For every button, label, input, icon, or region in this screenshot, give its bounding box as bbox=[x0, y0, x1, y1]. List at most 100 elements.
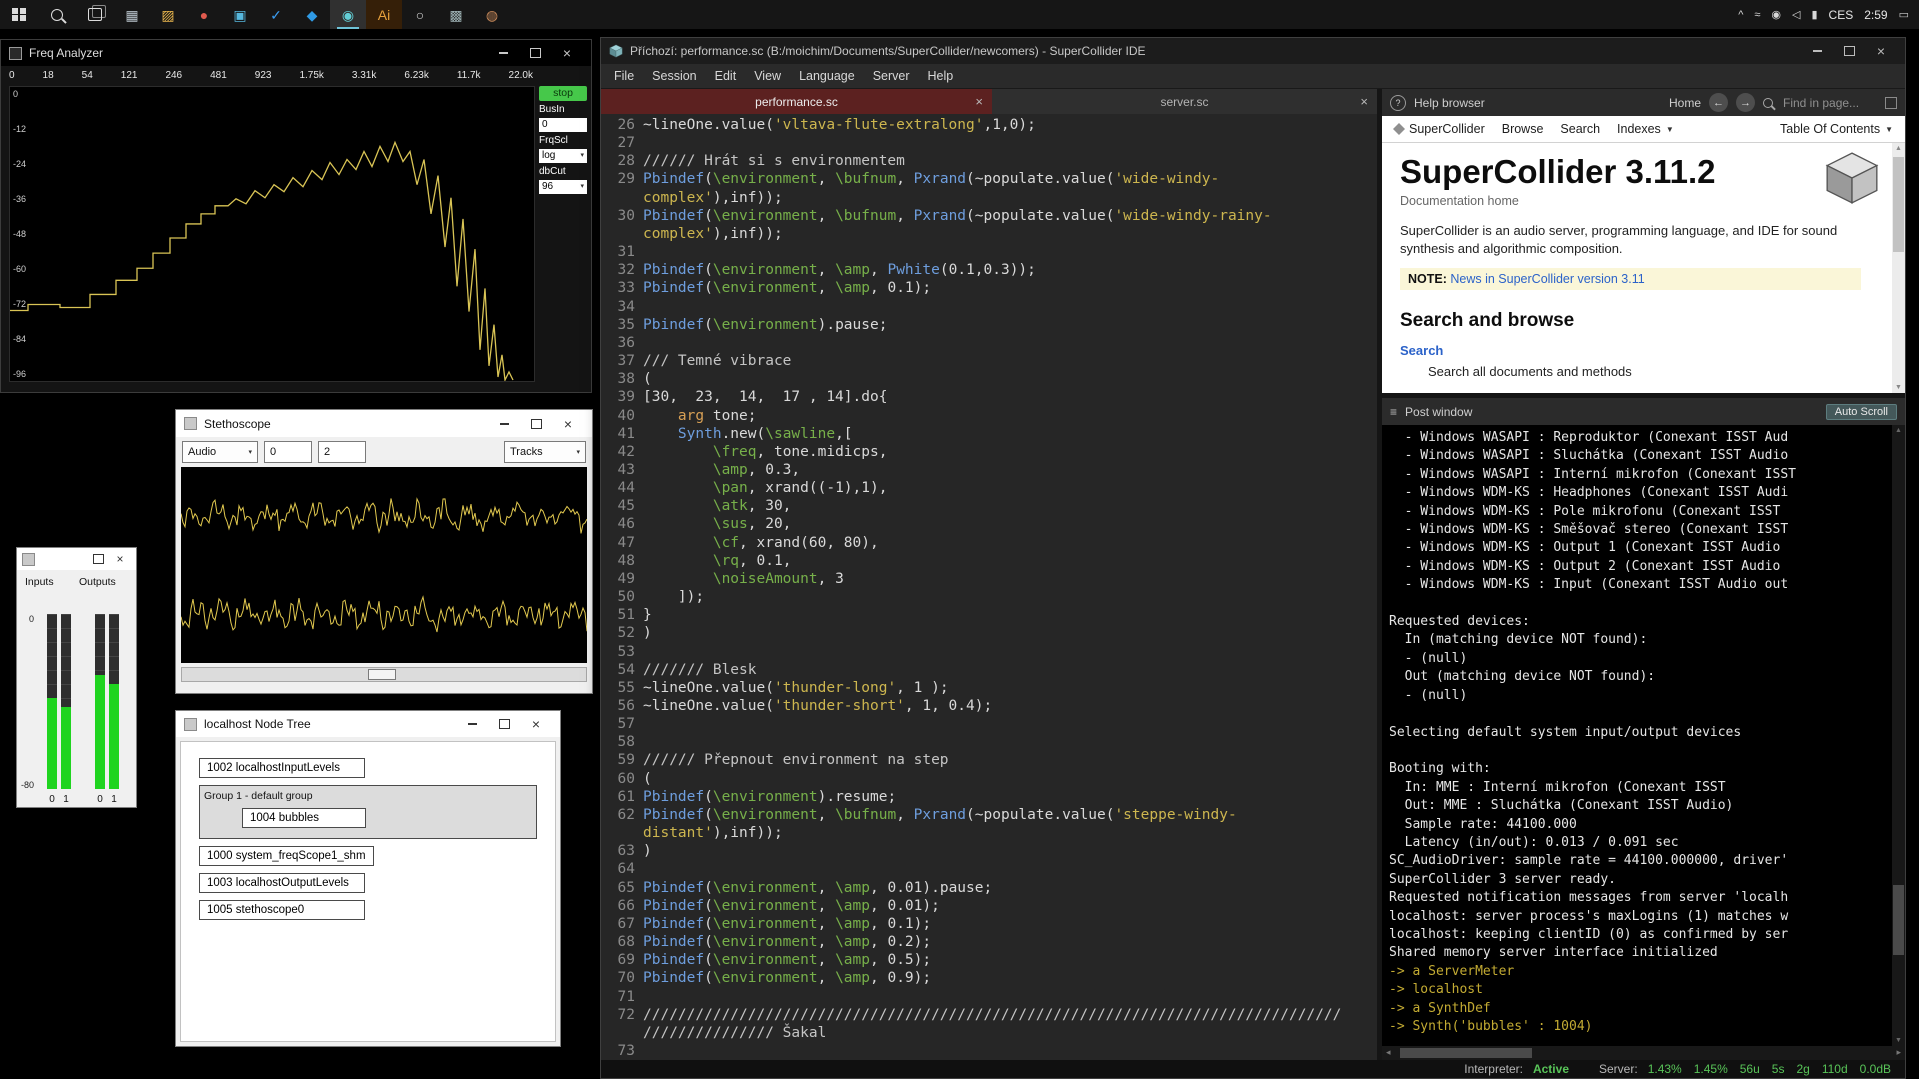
notification-icon[interactable]: ▭ bbox=[1899, 8, 1909, 21]
scope-mode-select[interactable]: Audio ▾ bbox=[182, 441, 258, 463]
scrollbar-thumb[interactable] bbox=[1893, 885, 1904, 955]
ide-titlebar[interactable]: Příchozí: performance.sc (B:/moichim/Doc… bbox=[601, 38, 1905, 64]
code-line[interactable]: 26~lineOne.value('vltava-flute-extralong… bbox=[601, 116, 1377, 134]
home-button[interactable]: Home bbox=[1669, 96, 1701, 110]
server-stats[interactable]: 1.43%1.45%56u5s2g110d0.0dB bbox=[1648, 1062, 1891, 1076]
code-line[interactable]: 56~lineOne.value('thunder-short', 1, 0.4… bbox=[601, 697, 1377, 715]
clock[interactable]: 2:59 bbox=[1864, 8, 1887, 22]
start-button[interactable] bbox=[0, 0, 38, 29]
minimize-button[interactable] bbox=[487, 40, 519, 66]
scope-style-select[interactable]: Tracks ▾ bbox=[504, 441, 586, 463]
menu-session[interactable]: Session bbox=[643, 69, 705, 83]
code-line[interactable]: 55~lineOne.value('thunder-long', 1 ); bbox=[601, 679, 1377, 697]
code-line[interactable]: 41 Synth.new(\sawline,[ bbox=[601, 425, 1377, 443]
post-horizontal-scrollbar[interactable]: ◂ ▸ bbox=[1382, 1046, 1905, 1060]
code-line[interactable]: 39[30, 23, 14, 17 , 14].do{ bbox=[601, 388, 1377, 406]
menu-help[interactable]: Help bbox=[919, 69, 963, 83]
code-area[interactable]: 26~lineOne.value('vltava-flute-extralong… bbox=[601, 114, 1377, 1060]
maximize-button[interactable] bbox=[520, 410, 552, 437]
code-line[interactable]: 61Pbindef(\environment).resume; bbox=[601, 788, 1377, 806]
code-line[interactable]: 38( bbox=[601, 370, 1377, 388]
dbcut-select[interactable]: 96▾ bbox=[539, 180, 587, 194]
scroll-right-icon[interactable]: ▸ bbox=[1896, 1047, 1901, 1058]
help-scrollbar[interactable]: ▲ ▼ bbox=[1892, 143, 1905, 393]
taskbar-app-illustrator[interactable]: Ai bbox=[366, 0, 402, 29]
code-line[interactable]: 43 \amp, 0.3, bbox=[601, 461, 1377, 479]
code-line[interactable]: 71 bbox=[601, 988, 1377, 1006]
search-button[interactable] bbox=[38, 0, 76, 29]
code-line[interactable]: 30Pbindef(\environment, \bufnum, Pxrand(… bbox=[601, 207, 1377, 243]
code-line[interactable]: 63) bbox=[601, 842, 1377, 860]
search-link[interactable]: Search bbox=[1400, 343, 1887, 358]
code-line[interactable]: 72//////////////////////////////////////… bbox=[601, 1006, 1377, 1042]
note-link[interactable]: News in SuperCollider version 3.11 bbox=[1450, 272, 1644, 286]
taskbar-app-supercollider[interactable]: ◉ bbox=[330, 0, 366, 29]
code-line[interactable]: 36 bbox=[601, 334, 1377, 352]
forward-button[interactable]: → bbox=[1736, 93, 1755, 112]
stop-button[interactable]: stop bbox=[539, 86, 587, 101]
levels-titlebar[interactable]: × bbox=[17, 548, 136, 570]
minimize-button[interactable] bbox=[488, 410, 520, 437]
code-line[interactable]: 42 \freq, tone.midicps, bbox=[601, 443, 1377, 461]
close-button[interactable]: × bbox=[1865, 38, 1897, 64]
code-line[interactable]: 65Pbindef(\environment, \amp, 0.01).paus… bbox=[601, 879, 1377, 897]
menu-file[interactable]: File bbox=[605, 69, 643, 83]
find-in-page-input[interactable] bbox=[1781, 95, 1877, 111]
code-line[interactable]: 33Pbindef(\environment, \amp, 0.1); bbox=[601, 279, 1377, 297]
node-output-levels[interactable]: 1003 localhostOutputLevels bbox=[199, 873, 365, 893]
tab-close-icon[interactable]: × bbox=[975, 94, 983, 109]
help-tab-supercollider[interactable]: SuperCollider bbox=[1394, 122, 1485, 136]
menu-language[interactable]: Language bbox=[790, 69, 864, 83]
scrollbar-thumb[interactable] bbox=[1893, 157, 1904, 252]
maximize-button[interactable] bbox=[87, 548, 109, 570]
help-tab-search[interactable]: Search bbox=[1560, 122, 1600, 136]
minimize-button[interactable] bbox=[456, 711, 488, 737]
tab-close-icon[interactable]: × bbox=[1360, 94, 1368, 109]
close-button[interactable]: × bbox=[551, 40, 583, 66]
frqscl-select[interactable]: log▾ bbox=[539, 149, 587, 163]
scope-scrollbar[interactable] bbox=[181, 667, 587, 682]
code-line[interactable]: 32Pbindef(\environment, \amp, Pwhite(0.1… bbox=[601, 261, 1377, 279]
taskbar-app-file-explorer[interactable]: ▨ bbox=[150, 0, 186, 29]
menu-server[interactable]: Server bbox=[864, 69, 919, 83]
minimize-button[interactable] bbox=[1801, 38, 1833, 64]
code-line[interactable]: 67Pbindef(\environment, \amp, 0.1); bbox=[601, 915, 1377, 933]
battery-icon[interactable]: ▮ bbox=[1811, 8, 1817, 21]
chevron-up-icon[interactable]: ^ bbox=[1738, 9, 1743, 21]
code-line[interactable]: 44 \pan, xrand((-1),1), bbox=[601, 479, 1377, 497]
taskbar-app-vscode[interactable]: ◆ bbox=[294, 0, 330, 29]
code-line[interactable]: 51} bbox=[601, 606, 1377, 624]
maximize-button[interactable] bbox=[488, 711, 520, 737]
scope-channels-input[interactable]: 2 bbox=[318, 441, 366, 463]
code-line[interactable]: 49 \noiseAmount, 3 bbox=[601, 570, 1377, 588]
code-line[interactable]: 66Pbindef(\environment, \amp, 0.01); bbox=[601, 897, 1377, 915]
code-line[interactable]: 59////// Přepnout environment na step bbox=[601, 751, 1377, 769]
scroll-down-icon[interactable]: ▼ bbox=[1892, 384, 1905, 391]
code-line[interactable]: 45 \atk, 30, bbox=[601, 497, 1377, 515]
stethoscope-titlebar[interactable]: Stethoscope × bbox=[176, 410, 592, 437]
close-button[interactable]: × bbox=[520, 711, 552, 737]
interpreter-status[interactable]: Active bbox=[1533, 1062, 1569, 1076]
taskbar-app-circle-app[interactable]: ○ bbox=[402, 0, 438, 29]
tab-server.sc[interactable]: server.sc× bbox=[992, 89, 1377, 114]
scope-bus-input[interactable]: 0 bbox=[264, 441, 312, 463]
code-line[interactable]: 70Pbindef(\environment, \amp, 0.9); bbox=[601, 969, 1377, 987]
scroll-up-icon[interactable]: ▲ bbox=[1892, 427, 1905, 434]
speaker-icon[interactable]: ◁ bbox=[1792, 8, 1800, 21]
auto-scroll-toggle[interactable]: Auto Scroll bbox=[1826, 404, 1897, 420]
menu-view[interactable]: View bbox=[745, 69, 790, 83]
code-line[interactable]: 37/// Temné vibrace bbox=[601, 352, 1377, 370]
help-tab-indexes[interactable]: Indexes▼ bbox=[1617, 122, 1674, 136]
mic-icon[interactable]: ◉ bbox=[1771, 8, 1781, 21]
tab-performance.sc[interactable]: performance.sc× bbox=[601, 89, 992, 114]
find-icon[interactable] bbox=[1763, 98, 1773, 108]
node-input-levels[interactable]: 1002 localhostInputLevels bbox=[199, 758, 365, 778]
language-indicator[interactable]: CES bbox=[1829, 8, 1854, 22]
code-line[interactable]: 46 \sus, 20, bbox=[601, 515, 1377, 533]
network-icon[interactable]: ≈ bbox=[1754, 9, 1760, 21]
code-line[interactable]: 28////// Hrát si s environmentem bbox=[601, 152, 1377, 170]
code-line[interactable]: 73 bbox=[601, 1042, 1377, 1060]
code-line[interactable]: 50 ]); bbox=[601, 588, 1377, 606]
code-line[interactable]: 47 \cf, xrand(60, 80), bbox=[601, 534, 1377, 552]
taskbar-app-grid-app[interactable]: ▩ bbox=[438, 0, 474, 29]
